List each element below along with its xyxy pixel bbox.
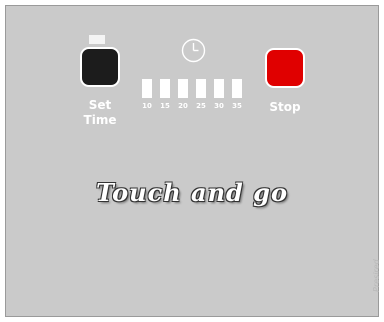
timer-tick-label: 15 bbox=[160, 102, 170, 110]
tagline: Touch and go bbox=[96, 178, 288, 207]
watermark: Presired bbox=[372, 259, 381, 292]
set-time-label-line1: Set bbox=[88, 98, 112, 112]
stop-button[interactable] bbox=[265, 48, 305, 88]
timer-tick-label: 20 bbox=[178, 102, 188, 110]
set-time-label-line2: Time bbox=[83, 113, 117, 127]
timer-bar-10[interactable] bbox=[142, 79, 152, 98]
timer-tick-label: 10 bbox=[142, 102, 152, 110]
set-time-indicator-light bbox=[89, 35, 105, 44]
set-time-button[interactable] bbox=[80, 47, 120, 87]
timer-tick-label: 35 bbox=[232, 102, 242, 110]
timer-bar-30[interactable] bbox=[214, 79, 224, 98]
timer-tick-label: 30 bbox=[214, 102, 224, 110]
timer-bar-35[interactable] bbox=[232, 79, 242, 98]
clock-icon bbox=[181, 38, 206, 63]
timer-bar-20[interactable] bbox=[178, 79, 188, 98]
timer-tick-label: 25 bbox=[196, 102, 206, 110]
timer-bar-15[interactable] bbox=[160, 79, 170, 98]
stop-label: Stop bbox=[269, 100, 301, 114]
set-time-label: Set Time bbox=[82, 98, 118, 128]
timer-bar-25[interactable] bbox=[196, 79, 206, 98]
